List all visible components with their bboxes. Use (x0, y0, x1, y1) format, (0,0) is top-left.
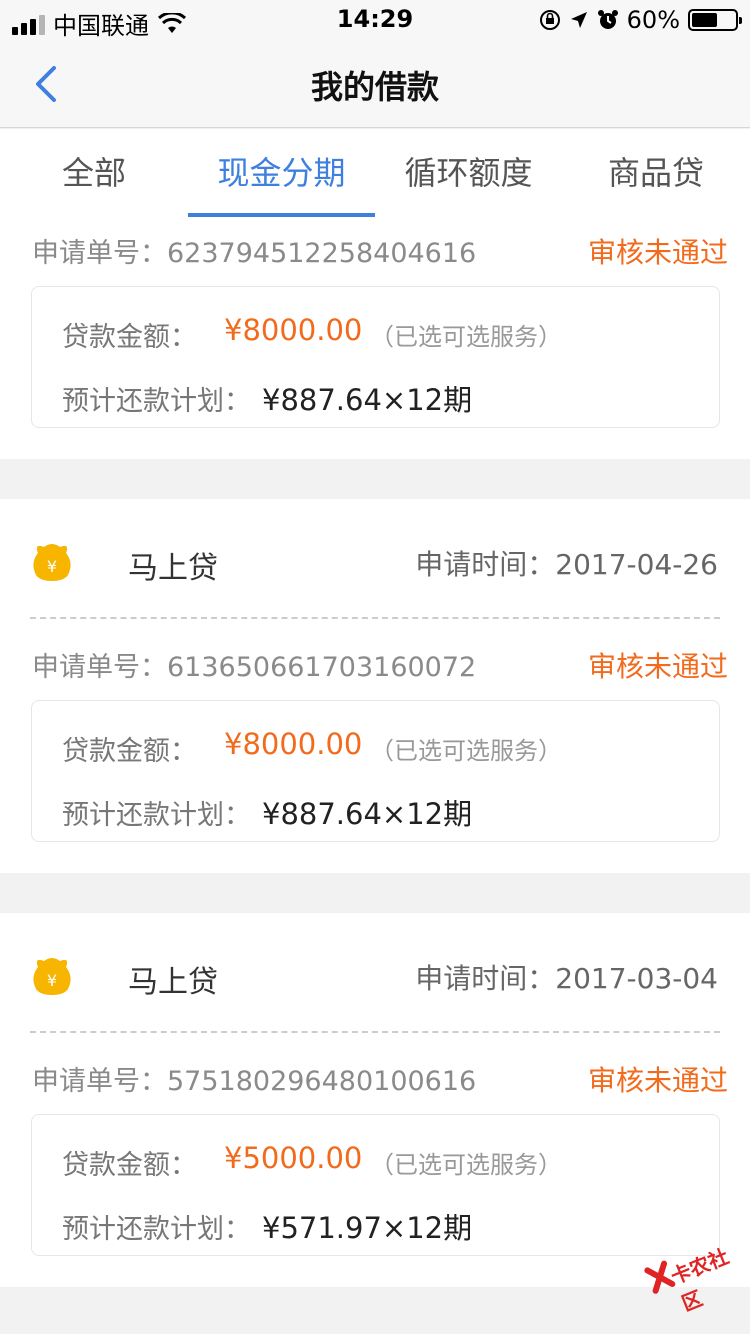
order-row: 申请单号：623794512258404616 审核未通过 (32, 231, 728, 271)
apply-time-label: 申请时间： (415, 548, 556, 581)
nav-bar: 我的借款 (0, 40, 750, 128)
repayment-plan: ¥571.97×12期 (262, 1211, 473, 1245)
apply-date: 2017-04-26 (555, 548, 718, 581)
service-note: （已选可选服务） (370, 1151, 562, 1179)
battery-fill (692, 13, 718, 27)
status-badge: 审核未通过 (587, 236, 728, 269)
status-badge: 审核未通过 (587, 650, 728, 683)
divider (30, 617, 720, 619)
plan-label: 预计还款计划： (62, 1214, 251, 1245)
loan-card[interactable]: ¥ 马上贷 申请时间：2017-03-04 申请单号：5751802964801… (0, 913, 750, 1287)
amount-label: 贷款金额： (62, 1150, 197, 1181)
svg-text:¥: ¥ (47, 557, 57, 576)
page-title: 我的借款 (310, 68, 439, 106)
order-row: 申请单号：613650661703160072 审核未通过 (32, 645, 728, 685)
order-number: 623794512258404616 (167, 238, 477, 269)
apply-time-label: 申请时间： (415, 962, 556, 995)
status-right: 60% (539, 6, 742, 34)
loan-card[interactable]: ¥ 马上贷 申请时间：2017-04-26 申请单号：6136506617031… (0, 499, 750, 873)
orientation-lock-icon (539, 10, 560, 30)
loan-amount: ¥8000.00 (224, 313, 363, 347)
loan-card[interactable]: 申请单号：623794512258404616 审核未通过 贷款金额： ¥800… (0, 219, 750, 459)
watermark-text: 卡农社区 (667, 1244, 733, 1316)
battery-percent: 60% (626, 6, 680, 34)
tab-active-indicator (188, 213, 375, 217)
location-arrow-icon (570, 12, 587, 28)
order-number: 613650661703160072 (167, 652, 477, 683)
card-header: ¥ 马上贷 申请时间：2017-04-26 (0, 499, 750, 619)
page: 中国联通 14:29 60% 我的借款 全部 现金分期 循环额度 商品贷 申请单… (0, 0, 750, 1334)
apply-time: 申请时间：2017-03-04 (415, 957, 718, 997)
loan-detail-box: 贷款金额： ¥8000.00 （已选可选服务） 预计还款计划： ¥887.64×… (31, 700, 720, 842)
loan-detail-box: 贷款金额： ¥8000.00 （已选可选服务） 预计还款计划： ¥887.64×… (31, 286, 720, 428)
service-note: （已选可选服务） (370, 737, 562, 765)
loan-amount: ¥8000.00 (224, 727, 363, 761)
lender-name: 马上贷 (128, 965, 218, 1000)
plan-label: 预计还款计划： (62, 800, 251, 831)
amount-label: 贷款金额： (62, 322, 197, 353)
money-bag-icon: ¥ (33, 958, 71, 995)
order-row: 申请单号：575180296480100616 审核未通过 (32, 1059, 728, 1099)
card-header: ¥ 马上贷 申请时间：2017-03-04 (0, 913, 750, 1033)
order-label: 申请单号： (32, 238, 167, 269)
apply-time: 申请时间：2017-04-26 (415, 543, 718, 583)
apply-date: 2017-03-04 (555, 962, 718, 995)
order-label: 申请单号： (32, 652, 167, 683)
service-note: （已选可选服务） (370, 323, 562, 351)
money-bag-icon: ¥ (33, 544, 71, 581)
lender-name: 马上贷 (128, 551, 218, 586)
divider (30, 1031, 720, 1033)
loan-detail-box: 贷款金额： ¥5000.00 （已选可选服务） 预计还款计划： ¥571.97×… (31, 1114, 720, 1256)
loan-amount: ¥5000.00 (224, 1141, 363, 1175)
repayment-plan: ¥887.64×12期 (262, 797, 473, 831)
plan-label: 预计还款计划： (62, 386, 251, 417)
tab-bar: 全部 现金分期 循环额度 商品贷 (0, 129, 750, 219)
svg-text:¥: ¥ (47, 971, 57, 990)
amount-label: 贷款金额： (62, 736, 197, 767)
order-number: 575180296480100616 (167, 1066, 477, 1097)
alarm-icon (597, 10, 618, 29)
tab-cash-installment[interactable]: 现金分期 (188, 129, 375, 219)
repayment-plan: ¥887.64×12期 (262, 383, 473, 417)
status-bar: 中国联通 14:29 60% (0, 0, 750, 40)
tab-product-loan[interactable]: 商品贷 (562, 129, 750, 219)
tab-revolving-credit[interactable]: 循环额度 (375, 129, 562, 219)
status-badge: 审核未通过 (587, 1064, 728, 1097)
tab-all[interactable]: 全部 (0, 129, 188, 219)
battery-icon (688, 9, 742, 31)
order-label: 申请单号： (32, 1066, 167, 1097)
